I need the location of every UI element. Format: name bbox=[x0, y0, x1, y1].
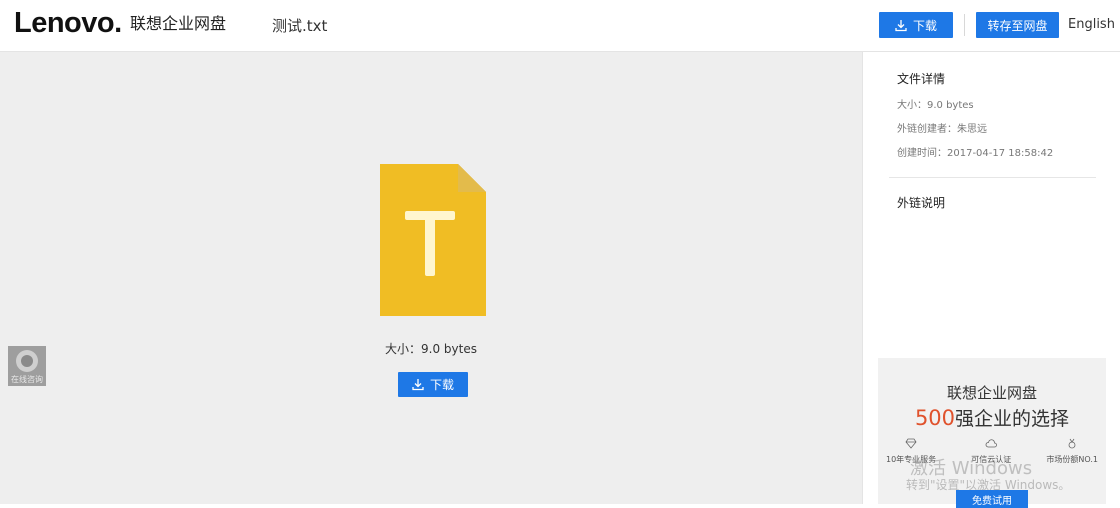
support-agent-icon bbox=[16, 350, 38, 372]
top-header: Lenovo. 联想企业网盘 测试.txt 下载 转存至网盘 English bbox=[0, 0, 1120, 52]
windows-activation-hint: 转到"设置"以激活 Windows。 bbox=[906, 478, 1071, 492]
header-download-button[interactable]: 下载 bbox=[879, 12, 953, 38]
header-download-label: 下载 bbox=[912, 18, 937, 33]
promo-slogan: 500强企业的选择 bbox=[914, 406, 1070, 430]
download-icon bbox=[412, 379, 424, 391]
detail-created-time: 创建时间：2017-04-17 18:58:42 bbox=[897, 148, 1054, 159]
header-divider bbox=[964, 14, 965, 36]
main-download-label: 下载 bbox=[429, 378, 454, 392]
online-support-widget[interactable]: 在线咨询 bbox=[8, 346, 46, 386]
txt-file-icon bbox=[380, 164, 486, 316]
support-label: 在线咨询 bbox=[11, 375, 43, 384]
medal-icon bbox=[1068, 438, 1076, 449]
detail-size: 大小：9.0 bytes bbox=[897, 100, 974, 111]
language-switch-link[interactable]: English bbox=[1068, 17, 1115, 33]
save-to-drive-button[interactable]: 转存至网盘 bbox=[976, 12, 1059, 38]
download-icon bbox=[895, 19, 907, 31]
product-name: 联想企业网盘 bbox=[130, 14, 227, 33]
cloud-icon bbox=[985, 439, 998, 448]
lenovo-logo[interactable]: Lenovo. bbox=[14, 8, 122, 38]
file-size-label: 大小：9.0 bytes bbox=[385, 342, 477, 356]
main-download-button[interactable]: 下载 bbox=[398, 372, 468, 397]
detail-creator: 外链创建者：朱思远 bbox=[897, 124, 987, 135]
promo-feature: 市场份额NO.1 bbox=[1046, 438, 1098, 465]
sidebar-divider bbox=[889, 177, 1096, 178]
link-description-title: 外链说明 bbox=[897, 196, 946, 210]
promo-title: 联想企业网盘 bbox=[946, 384, 1037, 402]
file-details-title: 文件详情 bbox=[897, 72, 946, 86]
diamond-icon bbox=[905, 438, 917, 449]
file-name: 测试.txt bbox=[272, 17, 328, 35]
